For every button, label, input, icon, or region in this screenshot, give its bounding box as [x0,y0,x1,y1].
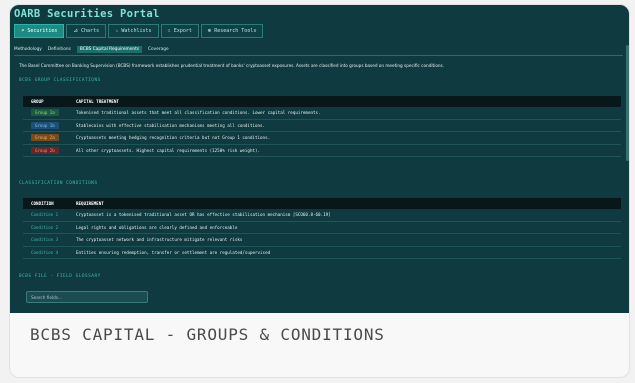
condition-cell: Condition 1 [31,212,59,218]
requirement-cell: Cryptoasset is a tokenised traditional a… [76,212,331,218]
capital-treatment-cell: Cryptoassets meeting hedging recognition… [76,135,271,141]
header-capital-treatment: CAPITAL TREATMENT [76,99,119,104]
subtab-coverage[interactable]: Coverage [148,47,169,52]
toolbar-button-securities[interactable]: ⌕ Securities [14,24,65,38]
table-row: Group 2a Cryptoassets meeting hedging rec… [23,132,621,145]
subtabs: Methodology Definitions BCBS Capital Requi… [14,45,169,53]
header-group: GROUP [31,99,44,104]
table-row: Condition 1 Cryptoasset is a tokenised tr… [23,209,621,222]
subtab-bcbs-capital-requirements[interactable]: BCBS Capital Requirements [76,45,143,53]
toolbar-button-label: Charts [81,28,100,34]
toolbar-button-label: Research Tools [214,28,257,34]
table-row: Group 1a Tokenised traditional assets tha… [23,107,621,120]
capital-treatment-cell: All other cryptoassets. Highest capital … [76,147,261,153]
star-icon: ☆ [115,28,119,34]
divider [14,55,623,56]
toolbar-button-charts[interactable]: ⊿ Charts [66,24,107,38]
header-condition: CONDITION [31,201,54,206]
table-row: Group 1b Stablecoins with effective stabi… [23,120,621,132]
table-row: Group 2b All other cryptoassets. Highest … [23,145,621,157]
toolbar-button-label: Watchlists [121,28,152,34]
group-badge: Group 2a [31,134,59,142]
scrollbar[interactable] [626,45,629,161]
conditions-table-header: CONDITION REQUIREMENT [23,198,621,209]
condition-cell: Condition 2 [31,224,59,230]
screenshot-card: OARB Securities Portal ⌕ Securities ⊿ Chart… [9,4,630,378]
group-badge: Group 2b [31,146,59,154]
glossary-section-title: BCBS FILE - FIELD GLOSSARY [19,274,101,279]
groups-table: GROUP CAPITAL TREATMENT Group 1a Tokenise… [23,96,621,157]
intro-text: The Basel Committee on Banking Supervisi… [19,63,445,68]
toolbar-button-export[interactable]: ⇩ Export [160,24,199,38]
search-icon: ⌕ [21,28,25,34]
research-icon: ⊛ [207,28,212,34]
conditions-table: CONDITION REQUIREMENT Condition 1 Cryptoa… [23,198,621,259]
requirement-cell: Legal rights and obligations are clearly… [76,224,238,230]
capital-treatment-cell: Tokenised traditional assets that meet a… [76,110,321,116]
conditions-section-title: CLASSIFICATION CONDITIONS [19,181,98,186]
table-row: Condition 3 The cryptoasset network and i… [23,234,621,247]
group-badge: Group 1b [31,121,59,129]
toolbar-button-research-tools[interactable]: ⊛ Research Tools [200,24,264,38]
group-cell: Group 1a [23,109,71,117]
chart-icon: ⊿ [73,28,79,34]
caption: BCBS CAPITAL - GROUPS & CONDITIONS [30,325,385,344]
group-cell: Group 2b [23,146,71,154]
requirement-cell: Entities ensuring redemption, transfer o… [76,249,271,255]
condition-cell: Condition 4 [31,249,59,255]
group-badge: Group 1a [31,109,59,117]
table-row: Condition 2 Legal rights and obligations … [23,222,621,234]
group-cell: Group 2a [23,134,71,142]
groups-table-header: GROUP CAPITAL TREATMENT [23,96,621,107]
export-icon: ⇩ [167,28,171,34]
portal-title: OARB Securities Portal [14,8,160,20]
search-fields-input[interactable]: Search fields... [26,291,148,303]
table-row: Condition 4 Entities ensuring redemption,… [23,247,621,259]
subtab-methodology[interactable]: Methodology [14,47,42,52]
capital-treatment-cell: Stablecoins with effective stabilisation… [76,122,266,128]
toolbar-button-watchlists[interactable]: ☆ Watchlists [108,24,159,38]
requirement-cell: The cryptoasset network and infrastructu… [76,237,243,243]
condition-cell: Condition 3 [31,237,59,243]
portal-screenshot: OARB Securities Portal ⌕ Securities ⊿ Chart… [10,5,629,313]
groups-section-title: BCBS GROUP CLASSIFICATIONS [19,78,101,83]
subtab-definitions[interactable]: Definitions [48,47,71,52]
header-requirement: REQUIREMENT [76,201,104,206]
group-cell: Group 1b [23,121,71,129]
toolbar-button-label: Export [173,28,192,34]
toolbar: ⌕ Securities ⊿ Charts ☆ Watchlists ⇩ Export ⊛ Res… [14,24,264,38]
toolbar-button-label: Securities [27,28,58,34]
